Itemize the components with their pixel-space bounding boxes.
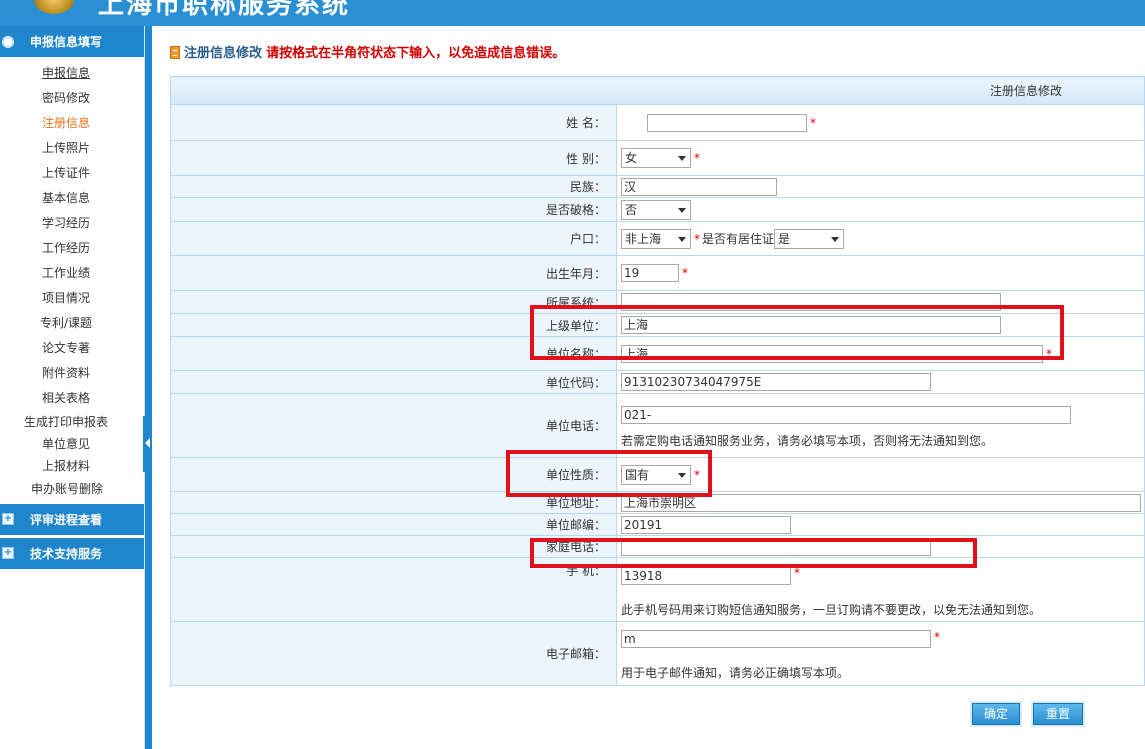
- sidebar-item-work-history[interactable]: 工作经历: [0, 236, 144, 261]
- sidebar-item-achievements[interactable]: 工作业绩: [0, 261, 144, 286]
- exceptional-value: 否: [625, 202, 638, 217]
- required-mark: *: [694, 231, 700, 246]
- required-mark: *: [1046, 346, 1052, 361]
- document-icon: [170, 46, 180, 59]
- dropdown-arrow-icon: [678, 472, 686, 478]
- ethnicity-input[interactable]: 汉: [621, 177, 777, 196]
- mobile-input[interactable]: 13918: [621, 567, 791, 585]
- sidebar-item-password[interactable]: 密码修改: [0, 86, 144, 111]
- sidebar-item-apply-info[interactable]: 申报信息: [0, 61, 144, 86]
- sidebar-item-papers[interactable]: 论文专著: [0, 336, 144, 361]
- required-mark: *: [694, 467, 700, 482]
- name-input[interactable]: [647, 113, 807, 132]
- hukou-label: 户口：: [170, 221, 617, 256]
- registration-form: 注册信息修改 姓 名： * 性 别： 女 * 民族： 汉 是否破格： 否 户口： …: [170, 76, 1145, 686]
- unit-zip-input[interactable]: 20191: [621, 515, 791, 534]
- unit-type-value: 国有: [625, 467, 650, 482]
- notice-warning: 请按格式在半角符状态下输入，以免造成信息错误。: [266, 46, 566, 61]
- birth-input[interactable]: 19: [621, 264, 679, 282]
- sidebar-item-certificate[interactable]: 上传证件: [0, 161, 144, 186]
- required-mark: *: [810, 115, 816, 130]
- unit-code-label: 单位代码：: [170, 370, 617, 394]
- sidebar-item-projects[interactable]: 项目情况: [0, 286, 144, 311]
- mobile-label: 手 机：: [170, 557, 617, 622]
- expand-plus-icon: +: [2, 547, 14, 559]
- sidebar-item-registration[interactable]: 注册信息: [0, 111, 144, 136]
- required-mark: *: [934, 630, 940, 644]
- sidebar-item-photo[interactable]: 上传照片: [0, 136, 144, 161]
- system-logo: [34, 0, 74, 14]
- hukou-select[interactable]: 非上海: [621, 228, 691, 249]
- unit-phone-hint: 若需定购电话通知服务业务，请务必填写本项，否则将无法通知到您。: [621, 434, 994, 448]
- superior-input[interactable]: 上海: [621, 316, 1001, 334]
- gender-value: 女: [625, 151, 638, 165]
- circle-bullet-icon: [2, 36, 14, 48]
- dropdown-arrow-icon: [678, 236, 686, 242]
- sidebar-item-forms[interactable]: 相关表格: [0, 386, 144, 411]
- form-caption: 注册信息修改: [170, 76, 1145, 105]
- unit-address-input[interactable]: 上海市崇明区: [621, 493, 1141, 512]
- sidebar-section-progress[interactable]: + 评审进程查看: [0, 504, 144, 536]
- exceptional-select[interactable]: 否: [621, 199, 691, 220]
- home-phone-input[interactable]: [621, 537, 931, 556]
- dropdown-arrow-icon: [831, 236, 840, 242]
- superior-label: 上级单位：: [170, 313, 617, 337]
- sidebar-item-patents[interactable]: 专利/课题: [0, 311, 144, 336]
- collapse-sidebar-button[interactable]: [143, 416, 152, 472]
- sidebar: 申报信息填写 申报信息 密码修改 注册信息 上传照片 上传证件 基本信息 学习经…: [0, 26, 145, 749]
- app-title: 上海市职称服务系统: [98, 0, 351, 20]
- sidebar-divider: [145, 26, 152, 749]
- email-hint: 用于电子邮件通知，请务必正确填写本项。: [621, 666, 850, 680]
- required-mark: *: [694, 151, 700, 165]
- dropdown-arrow-icon: [678, 207, 686, 213]
- sidebar-item-delete-account[interactable]: 申办账号删除: [0, 477, 144, 502]
- sidebar-section-label: 评审进程查看: [30, 513, 103, 527]
- confirm-button[interactable]: 确定: [972, 703, 1020, 725]
- sidebar-item-print[interactable]: 生成打印申报表: [0, 411, 144, 433]
- birth-label: 出生年月：: [170, 255, 617, 291]
- hukou-value: 非上海: [625, 231, 662, 246]
- required-mark: *: [682, 266, 688, 280]
- residence-label: 是否有居住证: [702, 232, 775, 246]
- home-phone-label: 家庭电话：: [170, 535, 617, 558]
- sidebar-section-label: 申报信息填写: [30, 35, 103, 49]
- unit-type-label: 单位性质：: [170, 457, 617, 492]
- gender-label: 性 别：: [170, 140, 617, 176]
- page-notice: 注册信息修改 请按格式在半角符状态下输入，以免造成信息错误。: [170, 42, 565, 61]
- sidebar-item-submit[interactable]: 上报材料: [0, 455, 144, 477]
- ethnicity-label: 民族：: [170, 175, 617, 198]
- unit-phone-label: 单位电话：: [170, 393, 617, 458]
- unit-phone-input[interactable]: 021-: [621, 406, 1071, 424]
- sidebar-section-support[interactable]: + 技术支持服务: [0, 538, 144, 570]
- sidebar-item-unit-opinion[interactable]: 单位意见: [0, 433, 144, 455]
- email-label: 电子邮箱：: [170, 621, 617, 686]
- system-label: 所属系统：: [170, 290, 617, 314]
- sidebar-item-attachments[interactable]: 附件资料: [0, 361, 144, 386]
- sidebar-item-basic-info[interactable]: 基本信息: [0, 186, 144, 211]
- notice-label: 注册信息修改: [184, 46, 263, 61]
- residence-select[interactable]: 是: [774, 228, 845, 249]
- sidebar-section-label: 技术支持服务: [30, 547, 103, 561]
- unit-address-label: 单位地址：: [170, 491, 617, 514]
- unit-name-input[interactable]: 上海: [621, 344, 1043, 363]
- residence-value: 是: [778, 231, 791, 246]
- expand-plus-icon: +: [2, 513, 14, 525]
- sidebar-section-apply[interactable]: 申报信息填写: [0, 26, 144, 58]
- required-mark: *: [794, 566, 800, 580]
- sidebar-menu: 申报信息 密码修改 注册信息 上传照片 上传证件 基本信息 学习经历 工作经历 …: [0, 58, 144, 502]
- mobile-hint: 此手机号码用来订购短信通知服务，一旦订购请不要更改，以免无法通知到您。: [621, 603, 1042, 617]
- name-label: 姓 名：: [170, 104, 617, 141]
- system-input[interactable]: [621, 293, 1001, 311]
- unit-zip-label: 单位邮编：: [170, 513, 617, 536]
- unit-type-select[interactable]: 国有: [621, 464, 691, 485]
- app-header: 上海市职称服务系统: [0, 0, 1145, 26]
- unit-code-input[interactable]: 91310230734047975E: [621, 373, 931, 391]
- gender-select[interactable]: 女: [621, 148, 691, 168]
- sidebar-item-education[interactable]: 学习经历: [0, 211, 144, 236]
- exceptional-label: 是否破格：: [170, 197, 617, 222]
- reset-button[interactable]: 重置: [1033, 703, 1083, 725]
- unit-name-label: 单位名称：: [170, 336, 617, 371]
- dropdown-arrow-icon: [678, 156, 686, 161]
- email-input[interactable]: m: [621, 630, 931, 648]
